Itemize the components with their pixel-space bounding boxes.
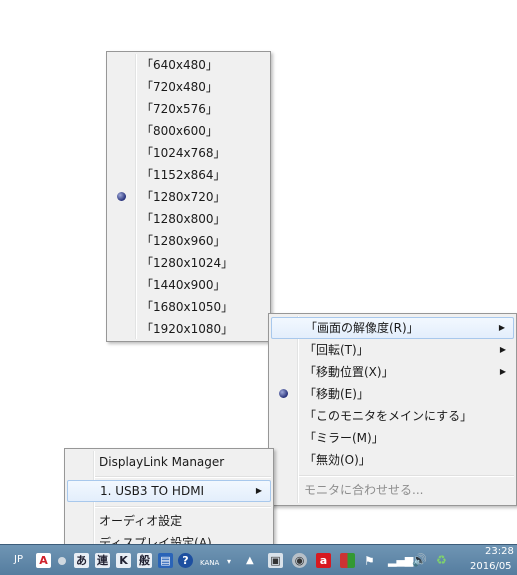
item-label: 「1920x1080」 <box>141 322 234 336</box>
item-label: 「1280x960」 <box>141 234 226 248</box>
taskbar: JP A あ 連 K 般 ▤ ? KANA ▾ ▲ ▣ ◉ a ⚑ ▂▄▆ 🔊 … <box>0 544 517 575</box>
item-label: 「1024x768」 <box>141 146 226 160</box>
avira-icon[interactable]: a <box>316 553 331 568</box>
clock-date[interactable]: 2016/05 <box>470 561 512 572</box>
item-label: 「このモニタをメインにする」 <box>304 409 473 423</box>
item-label: 「移動(E)」 <box>304 387 369 401</box>
item-label: 「移動位置(X)」 <box>304 365 394 379</box>
resolution-1280x960[interactable]: 「1280x960」 <box>109 230 268 252</box>
item-label: 「1152x864」 <box>141 168 226 182</box>
resolution-submenu: 「640x480」 「720x480」 「720x576」 「800x600」 … <box>106 51 271 342</box>
item-label: DisplayLink Manager <box>99 455 225 469</box>
item-label: 「無効(O)」 <box>304 453 371 467</box>
resolution-1280x720[interactable]: 「1280x720」 <box>109 186 268 208</box>
item-label: 「1280x720」 <box>141 190 226 204</box>
item-label: 「1280x800」 <box>141 212 226 226</box>
resolution-1440x900[interactable]: 「1440x900」 <box>109 274 268 296</box>
menu-separator <box>299 475 514 477</box>
item-label: 「720x576」 <box>141 102 218 116</box>
menu-item-disable[interactable]: 「無効(O)」 <box>271 449 514 471</box>
volume-icon[interactable]: 🔊 <box>412 553 427 568</box>
ime-general-button[interactable]: 般 <box>137 553 152 568</box>
submenu-arrow-icon: ▶ <box>498 323 505 332</box>
resolution-1920x1080[interactable]: 「1920x1080」 <box>109 318 268 340</box>
recycle-icon[interactable]: ♻ <box>436 553 447 568</box>
item-label: 「1440x900」 <box>141 278 226 292</box>
resolution-800x600[interactable]: 「800x600」 <box>109 120 268 142</box>
menu-item-extend[interactable]: 「移動(E)」 <box>271 383 514 405</box>
item-label: モニタに合わせせる... <box>304 483 424 497</box>
menu-item-rotation[interactable]: 「回転(T)」 ▶ <box>271 339 514 361</box>
radio-selected-icon <box>117 192 126 201</box>
resolution-1280x1024[interactable]: 「1280x1024」 <box>109 252 268 274</box>
network-icon[interactable]: ▣ <box>268 553 283 568</box>
device-usb3-to-hdmi[interactable]: 1. USB3 TO HDMI ▶ <box>67 480 271 502</box>
kana-indicator: KANA <box>200 559 220 567</box>
item-label: オーディオ設定 <box>99 514 183 528</box>
submenu-arrow-icon: ▶ <box>499 345 506 354</box>
menu-separator <box>95 506 271 508</box>
resolution-1024x768[interactable]: 「1024x768」 <box>109 142 268 164</box>
item-label: 「1680x1050」 <box>141 300 234 314</box>
submenu-arrow-icon: ▶ <box>499 367 506 376</box>
menu-item-mirror[interactable]: 「ミラー(M)」 <box>271 427 514 449</box>
display-submenu: 「画面の解像度(R)」 ▶ 「回転(T)」 ▶ 「移動位置(X)」 ▶ 「移動(… <box>268 313 517 506</box>
show-hidden-icons-icon[interactable]: ▲ <box>246 555 254 570</box>
displaylink-icon[interactable]: ◉ <box>292 553 307 568</box>
resolution-1280x800[interactable]: 「1280x800」 <box>109 208 268 230</box>
menu-item-resolution[interactable]: 「画面の解像度(R)」 ▶ <box>271 317 514 339</box>
language-indicator[interactable]: JP <box>14 554 23 569</box>
item-label: 1. USB3 TO HDMI <box>100 484 205 498</box>
ime-mode-button[interactable]: あ <box>74 553 89 568</box>
audio-settings-item[interactable]: オーディオ設定 <box>67 510 271 532</box>
menu-item-fit-to-monitor: モニタに合わせせる... <box>271 479 514 501</box>
item-label: 「ミラー(M)」 <box>304 431 384 445</box>
item-label: 「800x600」 <box>141 124 218 138</box>
displaylink-manager-item[interactable]: DisplayLink Manager <box>67 451 271 473</box>
graphics-icon[interactable] <box>340 553 355 568</box>
chevron-down-icon[interactable]: ▾ <box>227 557 231 572</box>
item-label: 「回転(T)」 <box>304 343 369 357</box>
menu-item-position[interactable]: 「移動位置(X)」 ▶ <box>271 361 514 383</box>
menu-separator <box>95 476 271 478</box>
clock-time[interactable]: 23:28 <box>485 546 514 557</box>
ime-settings-icon[interactable]: ▤ <box>158 553 173 568</box>
help-icon[interactable]: ? <box>178 553 193 568</box>
resolution-720x576[interactable]: 「720x576」 <box>109 98 268 120</box>
acrobat-icon[interactable]: A <box>36 553 51 568</box>
displaylink-menu: DisplayLink Manager 1. USB3 TO HDMI ▶ オー… <box>64 448 274 556</box>
resolution-720x480[interactable]: 「720x480」 <box>109 76 268 98</box>
resolution-1680x1050[interactable]: 「1680x1050」 <box>109 296 268 318</box>
item-label: 「1280x1024」 <box>141 256 234 270</box>
submenu-arrow-icon: ▶ <box>255 486 262 495</box>
flag-icon[interactable]: ⚑ <box>364 554 375 569</box>
radio-selected-icon <box>279 389 288 398</box>
menu-item-set-main[interactable]: 「このモニタをメインにする」 <box>271 405 514 427</box>
item-label: 「画面の解像度(R)」 <box>305 321 419 335</box>
signal-icon[interactable]: ▂▄▆ <box>388 554 413 569</box>
item-label: 「720x480」 <box>141 80 218 94</box>
ime-conversion-button[interactable]: 連 <box>95 553 110 568</box>
resolution-1152x864[interactable]: 「1152x864」 <box>109 164 268 186</box>
ime-k-button[interactable]: K <box>116 553 131 568</box>
ime-dot-icon <box>58 557 66 565</box>
item-label: 「640x480」 <box>141 58 218 72</box>
resolution-640x480[interactable]: 「640x480」 <box>109 54 268 76</box>
